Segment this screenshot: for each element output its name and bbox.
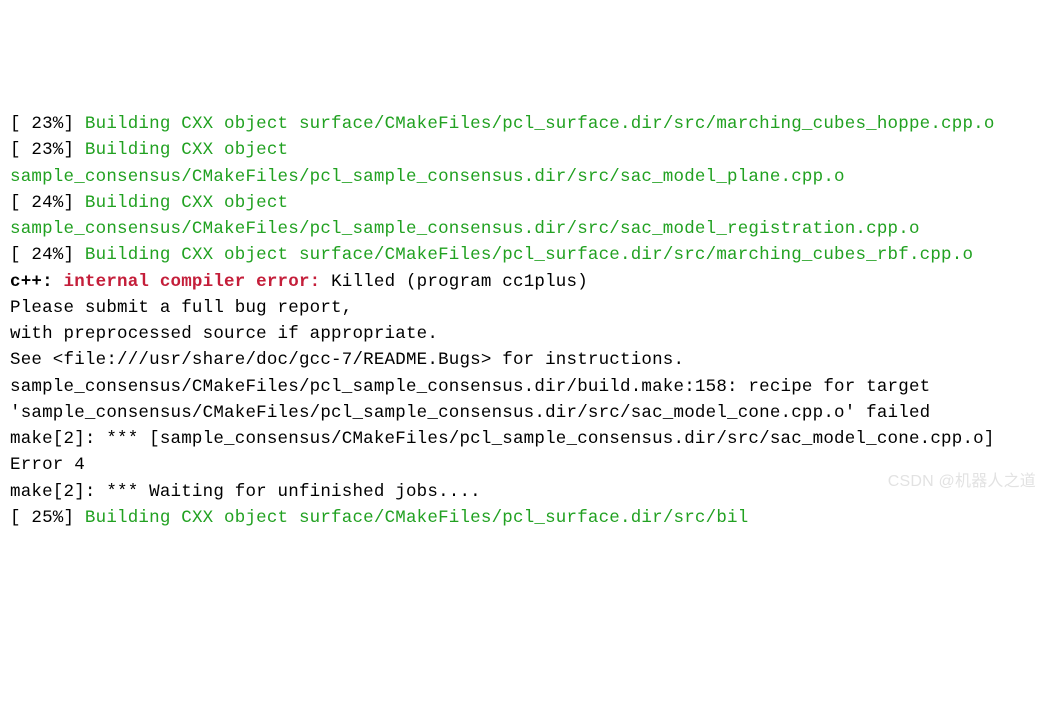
progress-percent: [ 25%]: [10, 508, 85, 528]
build-message: Building CXX object surface/CMakeFiles/p…: [85, 114, 995, 134]
make-recipe-error: sample_consensus/CMakeFiles/pcl_sample_c…: [10, 377, 941, 423]
terminal-output: [ 23%] Building CXX object surface/CMake…: [10, 111, 1040, 531]
error-report-text: with preprocessed source if appropriate.: [10, 324, 438, 344]
make-waiting: make[2]: *** Waiting for unfinished jobs…: [10, 482, 481, 502]
progress-percent: [ 24%]: [10, 245, 85, 265]
build-message: Building CXX object surface/CMakeFiles/p…: [85, 245, 973, 265]
progress-percent: [ 23%]: [10, 114, 85, 134]
build-message: Building CXX object sample_consensus/CMa…: [10, 193, 920, 239]
compiler-error-message: Killed (program cc1plus): [331, 272, 588, 292]
compiler-prefix: c++:: [10, 272, 64, 292]
progress-percent: [ 23%]: [10, 140, 85, 160]
make-error: make[2]: *** [sample_consensus/CMakeFile…: [10, 429, 1005, 475]
progress-percent: [ 24%]: [10, 193, 85, 213]
error-report-text: Please submit a full bug report,: [10, 298, 352, 318]
error-report-text: See <file:///usr/share/doc/gcc-7/README.…: [10, 350, 684, 370]
build-message: Building CXX object surface/CMakeFiles/p…: [85, 508, 749, 528]
compiler-error-label: internal compiler error:: [64, 272, 332, 292]
build-message: Building CXX object sample_consensus/CMa…: [10, 140, 845, 186]
watermark-text: CSDN @机器人之道: [888, 470, 1036, 494]
